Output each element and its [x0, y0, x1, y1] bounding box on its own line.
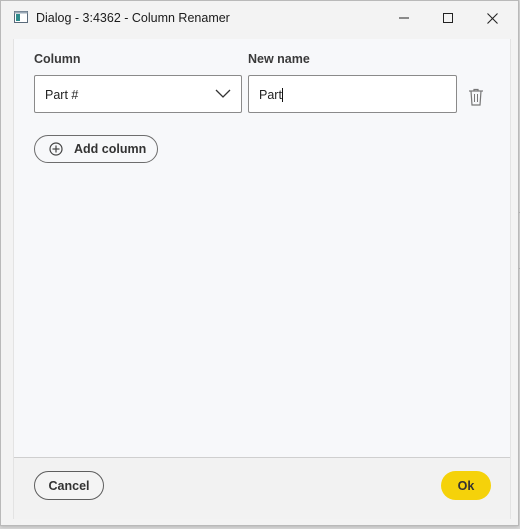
- column-select-value: Part #: [45, 88, 79, 102]
- maximize-button[interactable]: [425, 1, 471, 35]
- app-window-icon: [14, 11, 28, 23]
- dialog-content: Column New name Part # Part Add column C…: [13, 39, 511, 519]
- new-name-input[interactable]: Part: [248, 75, 457, 113]
- add-column-button[interactable]: Add column: [34, 135, 158, 163]
- text-caret: [281, 88, 283, 102]
- title-bar[interactable]: Dialog - 3:4362 - Column Renamer: [1, 1, 518, 35]
- column-label: Column: [34, 52, 81, 66]
- maximize-icon: [443, 13, 453, 23]
- chevron-down-icon: [215, 89, 231, 98]
- minimize-icon: [399, 17, 409, 19]
- close-button[interactable]: [469, 1, 515, 35]
- dialog-window: Dialog - 3:4362 - Column Renamer Column …: [0, 0, 519, 526]
- plus-circle-icon: [49, 142, 63, 156]
- new-name-text: Part: [259, 88, 282, 102]
- dialog-footer: Cancel Ok: [14, 458, 510, 519]
- add-column-label: Add column: [74, 142, 147, 156]
- trash-icon[interactable]: [468, 88, 484, 106]
- ok-button[interactable]: Ok: [441, 471, 491, 500]
- column-select[interactable]: Part #: [34, 75, 242, 113]
- close-icon: [486, 12, 498, 24]
- cancel-button[interactable]: Cancel: [34, 471, 104, 500]
- minimize-button[interactable]: [381, 1, 427, 35]
- new-name-input-value: Part: [259, 88, 283, 102]
- new-name-label: New name: [248, 52, 310, 66]
- window-title: Dialog - 3:4362 - Column Renamer: [36, 11, 230, 25]
